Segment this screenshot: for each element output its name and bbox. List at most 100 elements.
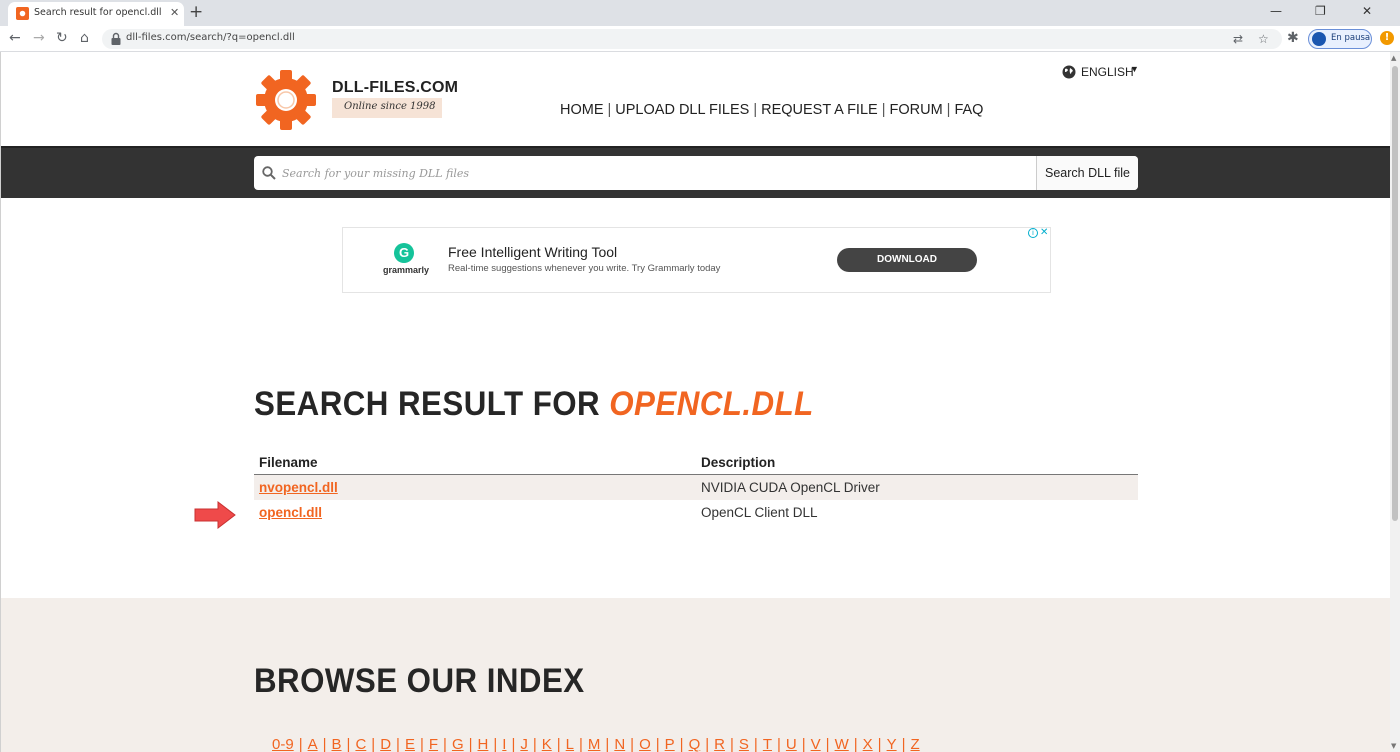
nav-home[interactable]: HOME <box>560 102 604 118</box>
index-separator: | <box>346 736 351 752</box>
main-nav: HOME | UPLOAD DLL FILES | REQUEST A FILE | FOR… <box>560 102 983 118</box>
index-separator: | <box>901 736 906 752</box>
nav-separator: | <box>607 102 612 118</box>
index-link-e[interactable]: E <box>405 736 415 752</box>
table-row: nvopencl.dll NVIDIA CUDA OpenCL Driver <box>254 475 1138 500</box>
nav-upload-dll-files[interactable]: UPLOAD DLL FILES <box>615 102 749 118</box>
index-separator: | <box>801 736 806 752</box>
tab-close-icon[interactable]: ✕ <box>170 5 179 21</box>
index-separator: | <box>679 736 684 752</box>
column-header-description: Description <box>701 455 776 470</box>
brand-name[interactable]: DLL-FILES.COM <box>332 79 458 97</box>
index-link-n[interactable]: N <box>614 736 625 752</box>
ad-banner[interactable]: G grammarly Free Intelligent Writing Too… <box>342 227 1051 293</box>
index-link-q[interactable]: Q <box>689 736 701 752</box>
nav-forum[interactable]: FORUM <box>889 102 942 118</box>
nav-separator: | <box>946 102 951 118</box>
dll-files-gear-logo-icon[interactable] <box>254 68 318 132</box>
close-window-icon[interactable]: ✕ <box>1362 3 1372 19</box>
table-row: opencl.dll OpenCL Client DLL <box>254 500 1138 525</box>
index-link-o[interactable]: O <box>639 736 651 752</box>
bookmark-star-icon[interactable]: ☆ <box>1258 31 1269 47</box>
grammarly-wordmark: grammarly <box>382 265 430 275</box>
home-icon[interactable]: ⌂ <box>80 30 89 46</box>
profile-button[interactable]: En pausa <box>1308 29 1372 49</box>
index-link-v[interactable]: V <box>811 736 821 752</box>
index-link-a[interactable]: A <box>308 736 318 752</box>
ad-close-icon[interactable]: ✕ <box>1040 227 1048 238</box>
index-link-m[interactable]: M <box>588 736 601 752</box>
index-separator: | <box>322 736 327 752</box>
index-link-j[interactable]: J <box>520 736 528 752</box>
red-arrow-icon <box>194 501 236 529</box>
index-link-0-9[interactable]: 0-9 <box>272 736 294 752</box>
search-icon <box>262 166 276 180</box>
tagline-text: Online since 1998 <box>344 101 436 112</box>
index-link-h[interactable]: H <box>478 736 489 752</box>
index-link-d[interactable]: D <box>380 736 391 752</box>
browser-tab[interactable]: Search result for opencl.dll | DLL-files… <box>8 2 184 26</box>
index-link-z[interactable]: Z <box>911 736 920 752</box>
search-dll-button[interactable]: Search DLL file <box>1036 156 1138 190</box>
update-badge[interactable]: ! <box>1380 31 1394 45</box>
nav-request-a-file[interactable]: REQUEST A FILE <box>761 102 878 118</box>
alphabet-index: 0-9 | A | B | C | D | E | F | G | H | I | J | K | L | M | N | O | P | Q | R |… <box>272 736 920 752</box>
extensions-icon[interactable]: ✱ <box>1287 30 1299 46</box>
index-link-c[interactable]: C <box>355 736 366 752</box>
search-query: OPENCL.DLL <box>609 385 814 423</box>
index-link-f[interactable]: F <box>429 736 438 752</box>
index-separator: | <box>730 736 734 752</box>
result-description: OpenCL Client DLL <box>701 505 818 520</box>
index-separator: | <box>371 736 376 752</box>
restore-icon[interactable]: ❐ <box>1315 3 1326 19</box>
search-input[interactable] <box>282 156 1032 190</box>
index-link-s[interactable]: S <box>739 736 749 752</box>
ad-title[interactable]: Free Intelligent Writing Tool <box>448 244 617 260</box>
index-separator: | <box>655 736 660 752</box>
index-separator: | <box>777 736 781 752</box>
new-tab-icon[interactable]: + <box>189 2 203 22</box>
back-icon[interactable]: ← <box>9 30 21 46</box>
ad-info-icon[interactable]: i <box>1028 228 1038 238</box>
globe-icon <box>1062 65 1076 79</box>
index-link-r[interactable]: R <box>714 736 725 752</box>
url-text: dll-files.com/search/?q=opencl.dll <box>126 32 295 43</box>
scroll-up-icon[interactable]: ▲ <box>1391 54 1396 62</box>
index-link-b[interactable]: B <box>332 736 342 752</box>
result-link-nvopencl[interactable]: nvopencl.dll <box>259 480 338 495</box>
scroll-thumb[interactable] <box>1392 66 1398 521</box>
index-link-t[interactable]: T <box>763 736 772 752</box>
search-result-heading: SEARCH RESULT FOR OPENCL.DLL <box>254 385 814 424</box>
page-scrollbar[interactable]: ▲ ▼ <box>1390 52 1400 752</box>
ad-download-button[interactable]: DOWNLOAD <box>837 248 977 272</box>
index-separator: | <box>753 736 758 752</box>
search-box: Search DLL file <box>254 156 1138 190</box>
index-link-k[interactable]: K <box>542 736 552 752</box>
scroll-down-icon[interactable]: ▼ <box>1391 742 1396 750</box>
index-link-g[interactable]: G <box>452 736 464 752</box>
reload-icon[interactable]: ↻ <box>56 30 68 46</box>
lock-icon <box>111 32 121 45</box>
index-link-y[interactable]: Y <box>887 736 897 752</box>
result-link-opencl[interactable]: opencl.dll <box>259 505 322 520</box>
index-separator: | <box>605 736 610 752</box>
index-link-l[interactable]: L <box>566 736 574 752</box>
index-separator: | <box>493 736 498 752</box>
column-header-filename: Filename <box>259 455 318 470</box>
index-separator: | <box>396 736 400 752</box>
index-separator: | <box>298 736 303 752</box>
result-description: NVIDIA CUDA OpenCL Driver <box>701 480 880 495</box>
index-link-x[interactable]: X <box>863 736 873 752</box>
grammarly-logo[interactable]: G grammarly <box>380 243 432 279</box>
index-separator: | <box>877 736 882 752</box>
forward-icon[interactable]: → <box>33 30 45 46</box>
index-separator: | <box>853 736 858 752</box>
index-link-u[interactable]: U <box>786 736 797 752</box>
translate-icon[interactable]: ⇄ <box>1233 31 1243 47</box>
nav-faq[interactable]: FAQ <box>954 102 983 118</box>
browse-heading: BROWSE OUR INDEX <box>254 662 585 700</box>
address-bar[interactable]: dll-files.com/search/?q=opencl.dll ⇄ ☆ <box>102 29 1282 49</box>
index-link-w[interactable]: W <box>835 736 849 752</box>
minimize-icon[interactable]: — <box>1270 3 1282 19</box>
index-link-p[interactable]: P <box>665 736 675 752</box>
